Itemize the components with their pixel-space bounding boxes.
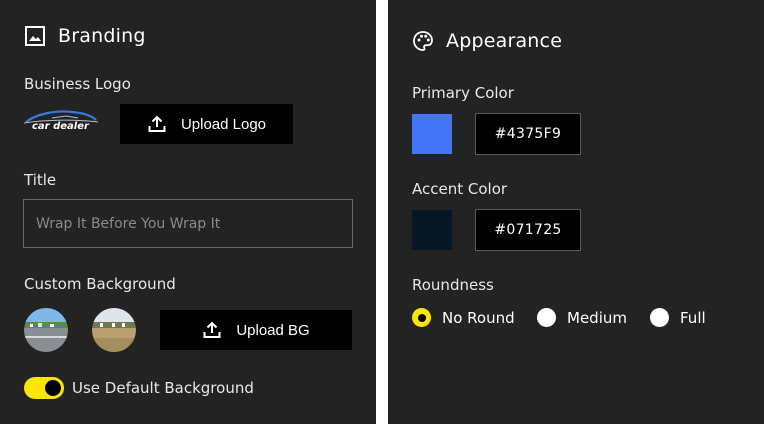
primary-color-hex-field[interactable]: #4375F9 [475,113,581,155]
radio-label: Full [680,308,706,327]
accent-color-swatch[interactable] [412,210,452,250]
logo-text: car dealer [32,121,89,132]
radio-button[interactable] [650,308,669,327]
radio-selected-dot [417,313,426,322]
title-input[interactable] [23,199,353,248]
branding-panel: Branding Business Logo car dealer Upload… [0,0,376,424]
title-label: Title [24,171,57,189]
radio-label: Medium [567,308,627,327]
upload-bg-button[interactable]: Upload BG [160,310,352,350]
branding-header: Branding [24,25,146,47]
business-logo: car dealer [22,108,100,138]
primary-color-label: Primary Color [412,84,514,102]
default-background-label: Use Default Background [72,379,254,397]
background-thumbnail-2[interactable] [92,308,136,352]
primary-color-hex: #4375F9 [494,126,562,142]
upload-bg-label: Upload BG [236,321,310,339]
radio-button[interactable] [537,308,556,327]
accent-color-hex-field[interactable]: #071725 [475,209,581,251]
upload-icon [147,114,167,134]
accent-color-hex: #071725 [494,222,562,238]
business-logo-label: Business Logo [24,75,131,93]
roundness-option-full[interactable]: Full [650,308,706,327]
toggle-knob [45,380,61,396]
upload-logo-button[interactable]: Upload Logo [120,104,293,144]
upload-logo-label: Upload Logo [180,115,267,133]
primary-color-swatch[interactable] [412,114,452,154]
appearance-header: Appearance [412,30,562,52]
default-background-toggle[interactable] [24,377,64,399]
upload-icon [202,320,222,340]
appearance-title: Appearance [446,30,563,52]
roundness-option-no-round[interactable]: No Round [412,308,515,327]
accent-color-label: Accent Color [412,180,508,198]
radio-button[interactable] [412,308,431,327]
image-icon [24,25,46,47]
palette-icon [412,30,434,52]
custom-background-label: Custom Background [24,275,176,293]
radio-label: No Round [442,308,515,327]
background-thumbnail-1[interactable] [24,308,68,352]
roundness-label: Roundness [412,276,494,294]
branding-title: Branding [58,25,146,47]
roundness-option-medium[interactable]: Medium [537,308,627,327]
